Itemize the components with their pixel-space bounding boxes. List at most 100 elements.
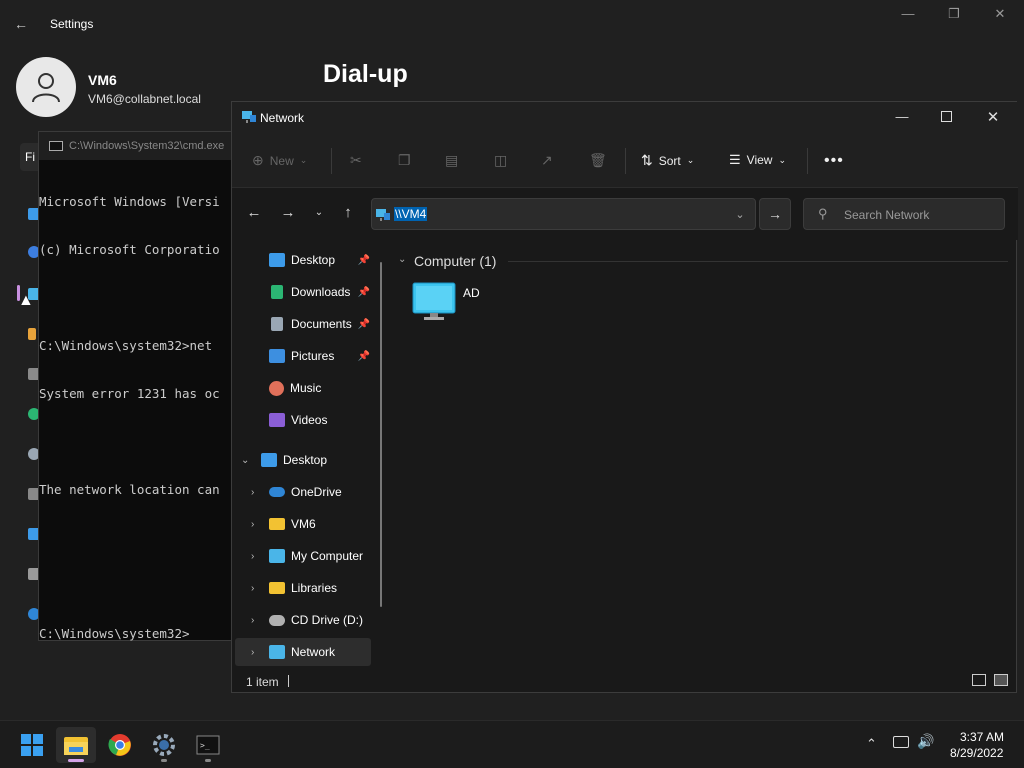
sort-button[interactable]: ⇅ Sort ⌄ xyxy=(641,152,694,169)
tree-item-cd-drive[interactable]: › CD Drive (D:) xyxy=(232,606,382,634)
file-explorer-window[interactable]: Network — ✕ ⊕ New ⌄ ✂ ❐ ▤ ◫ ↗ 🗑 ⇅ Sort ⌄… xyxy=(231,101,1018,694)
settings-close-icon[interactable]: ✕ xyxy=(990,6,1010,22)
start-button[interactable] xyxy=(12,727,52,763)
nav-item-label: Documents xyxy=(291,317,352,331)
tree-item-onedrive[interactable]: › OneDrive xyxy=(232,478,382,506)
back-icon[interactable]: ← xyxy=(244,204,264,221)
page-title: Dial-up xyxy=(323,60,408,88)
computer-icon xyxy=(269,549,285,563)
minimize-icon[interactable]: — xyxy=(892,109,912,124)
chevron-down-icon[interactable]: ⌄ xyxy=(241,455,249,466)
copy-icon[interactable]: ❐ xyxy=(398,152,411,169)
go-arrow-icon[interactable]: → xyxy=(759,198,791,230)
group-header[interactable]: Computer (1) xyxy=(414,253,496,269)
chevron-right-icon[interactable]: › xyxy=(251,647,254,658)
show-hidden-icons[interactable]: ⌃ xyxy=(866,736,877,752)
taskbar-settings[interactable] xyxy=(144,727,184,763)
more-options-icon[interactable]: ••• xyxy=(824,152,844,170)
view-button[interactable]: ☰ View ⌄ xyxy=(729,152,786,168)
tree-item-libraries[interactable]: › Libraries xyxy=(232,574,382,602)
nav-item-videos[interactable]: Videos xyxy=(232,406,382,434)
close-icon[interactable]: ✕ xyxy=(983,108,1003,126)
chevron-down-icon[interactable]: ⌄ xyxy=(724,199,756,229)
cmd-line xyxy=(39,290,239,306)
network-computer-item[interactable]: AD xyxy=(412,282,508,322)
cmd-output[interactable]: Microsoft Windows [Versi (c) Microsoft C… xyxy=(39,162,239,674)
nav-item-music[interactable]: Music xyxy=(232,374,382,402)
content-area[interactable]: ⌄ Computer (1) AD xyxy=(390,240,1018,668)
volume-icon[interactable]: 🔊 xyxy=(917,733,934,750)
cmd-titlebar[interactable]: C:\Windows\System32\cmd.exe xyxy=(39,132,239,160)
nav-item-label: Desktop xyxy=(291,253,336,267)
search-box[interactable]: ⚲ Search Network xyxy=(803,198,1005,230)
back-arrow-icon[interactable]: ← xyxy=(14,16,32,34)
tree-item-label: Libraries xyxy=(291,581,338,595)
maximize-icon[interactable] xyxy=(941,111,952,122)
paste-icon[interactable]: ▤ xyxy=(445,152,458,169)
address-text[interactable]: \\VM4 xyxy=(394,207,428,221)
cmd-line: System error 1231 has oc xyxy=(39,386,220,401)
rename-icon[interactable]: ◫ xyxy=(494,152,507,169)
chevron-right-icon[interactable]: › xyxy=(251,583,254,594)
settings-restore-icon[interactable]: ❐ xyxy=(944,6,964,22)
tree-item-desktop[interactable]: ⌄ Desktop xyxy=(232,446,382,474)
taskbar-file-explorer[interactable] xyxy=(56,727,96,763)
up-icon[interactable]: ↑ xyxy=(338,204,358,221)
nav-item-downloads[interactable]: Downloads 📌 xyxy=(232,278,382,306)
person-icon xyxy=(32,73,60,103)
item-label: AD xyxy=(463,286,480,300)
details-view-icon[interactable] xyxy=(972,674,986,686)
network-status-icon[interactable] xyxy=(893,736,909,748)
share-icon[interactable]: ↗ xyxy=(541,152,553,169)
forward-icon[interactable]: → xyxy=(278,204,298,221)
tree-item-network[interactable]: › Network xyxy=(235,638,371,666)
recent-locations-icon[interactable]: ⌄ xyxy=(309,207,329,218)
navigation-pane[interactable]: Desktop 📌 Downloads 📌 Documents 📌 Pictur… xyxy=(232,240,384,668)
large-icons-view-icon[interactable] xyxy=(994,674,1008,686)
settings-minimize-icon[interactable]: — xyxy=(898,6,918,21)
chevron-down-icon[interactable]: ⌄ xyxy=(398,254,406,265)
personalization-icon[interactable] xyxy=(28,328,36,340)
new-button[interactable]: ⊕ New ⌄ xyxy=(252,152,307,169)
taskbar-chrome[interactable] xyxy=(100,727,140,763)
cd-drive-icon xyxy=(269,614,285,626)
tree-item-label: Network xyxy=(291,645,336,659)
explorer-titlebar[interactable]: Network — ✕ xyxy=(232,102,1018,134)
search-placeholder: Search Network xyxy=(844,208,930,222)
chevron-right-icon[interactable]: › xyxy=(251,551,254,562)
videos-icon xyxy=(269,413,285,427)
mouse-cursor-icon: ▲ xyxy=(18,292,34,309)
chevron-right-icon[interactable]: › xyxy=(251,487,254,498)
nav-pane-scrollbar[interactable] xyxy=(380,262,382,607)
tree-item-my-computer[interactable]: › My Computer xyxy=(232,542,382,570)
folder-icon xyxy=(269,518,285,530)
nav-item-desktop-pinned[interactable]: Desktop 📌 xyxy=(232,246,382,274)
active-indicator xyxy=(68,759,84,762)
delete-icon[interactable]: 🗑 xyxy=(589,152,607,169)
cut-icon[interactable]: ✂ xyxy=(350,152,362,169)
pin-icon[interactable]: 📌 xyxy=(358,255,370,266)
clock-time[interactable]: 3:37 AM xyxy=(960,730,1004,744)
tree-item-vm6[interactable]: › VM6 xyxy=(232,510,382,538)
address-bar[interactable]: \\VM4 ⌄ xyxy=(371,198,756,230)
terminal-icon: >_ xyxy=(196,735,220,755)
taskbar: >_ ⌃ 🔊 3:37 AM 8/29/2022 xyxy=(0,720,1024,768)
cmd-window[interactable]: C:\Windows\System32\cmd.exe Microsoft Wi… xyxy=(38,131,239,641)
chrome-icon xyxy=(108,734,131,756)
user-email: VM6@collabnet.local xyxy=(88,92,201,106)
user-name: VM6 xyxy=(88,72,117,88)
network-icon xyxy=(269,645,285,659)
plus-circle-icon: ⊕ xyxy=(252,152,264,168)
taskbar-cmd[interactable]: >_ xyxy=(188,727,228,763)
nav-item-pictures[interactable]: Pictures 📌 xyxy=(232,342,382,370)
chevron-right-icon[interactable]: › xyxy=(251,519,254,530)
gear-icon xyxy=(153,734,175,756)
pin-icon[interactable]: 📌 xyxy=(358,287,370,298)
pin-icon[interactable]: 📌 xyxy=(358,351,370,362)
sort-label: Sort xyxy=(658,153,681,168)
nav-item-documents[interactable]: Documents 📌 xyxy=(232,310,382,338)
status-bar: 1 item xyxy=(232,668,1018,694)
pin-icon[interactable]: 📌 xyxy=(358,319,370,330)
chevron-right-icon[interactable]: › xyxy=(251,615,254,626)
clock-date[interactable]: 8/29/2022 xyxy=(950,746,1003,760)
